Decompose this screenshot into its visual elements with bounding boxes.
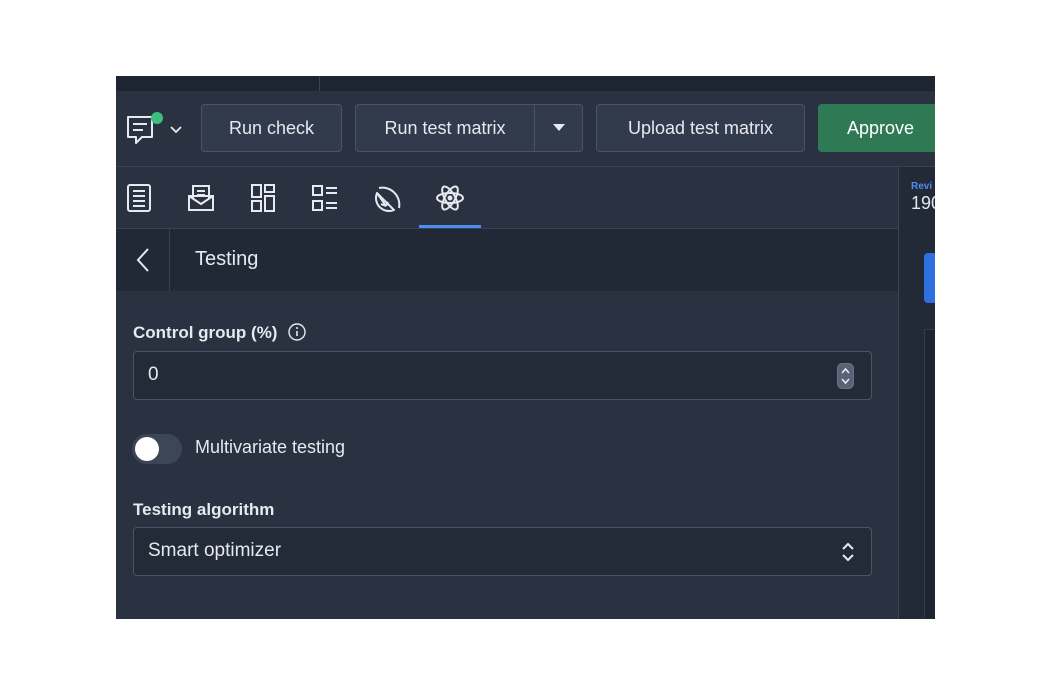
- top-strip: [116, 76, 935, 91]
- list-icon: [312, 184, 337, 211]
- right-pane-value: 190: [911, 193, 935, 213]
- multivariate-toggle[interactable]: [132, 434, 182, 464]
- control-group-label: Control group (%): [133, 323, 306, 343]
- testing-algorithm-value: Smart optimizer: [148, 540, 282, 561]
- right-pane-preview: [924, 329, 935, 619]
- divider: [319, 76, 320, 91]
- run-test-matrix-button[interactable]: Run test matrix: [355, 104, 535, 152]
- layout-icon: [251, 183, 275, 212]
- toolbar: Run check Run test matrix Upload test ma…: [116, 91, 935, 167]
- panel-header: Testing: [116, 229, 898, 291]
- app-window: Run check Run test matrix Upload test ma…: [116, 76, 935, 619]
- control-group-label-text: Control group (%): [133, 323, 278, 342]
- control-group-value: 0: [148, 364, 159, 385]
- mail-icon: [188, 184, 214, 211]
- document-icon: [127, 183, 151, 212]
- testing-algorithm-select[interactable]: Smart optimizer: [133, 527, 872, 576]
- stepper-icon[interactable]: [837, 363, 854, 389]
- panel-tabs: [116, 167, 898, 229]
- multivariate-label: Multivariate testing: [195, 437, 346, 457]
- control-group-input[interactable]: 0: [133, 351, 872, 400]
- tab-layout[interactable]: [232, 167, 294, 228]
- page-title: Testing: [195, 248, 259, 270]
- comments-menu-button[interactable]: [125, 110, 185, 146]
- status-dot: [151, 112, 163, 124]
- upload-test-matrix-button[interactable]: Upload test matrix: [596, 104, 805, 152]
- toggle-knob: [135, 437, 159, 461]
- chevron-left-icon: [136, 248, 149, 272]
- tab-list[interactable]: [294, 167, 356, 228]
- right-pane: Revi 190: [899, 167, 935, 619]
- approve-button[interactable]: Approve: [818, 104, 935, 152]
- caret-down-icon: [552, 124, 565, 131]
- citrus-icon: [375, 186, 401, 212]
- testing-algorithm-label: Testing algorithm: [133, 500, 275, 519]
- chevron-updown-icon: [842, 542, 854, 562]
- atom-icon: [436, 184, 464, 211]
- run-test-matrix-dropdown[interactable]: [534, 104, 583, 152]
- chat-icon: [127, 112, 163, 144]
- chevron-down-icon: [170, 126, 182, 134]
- run-check-button[interactable]: Run check: [201, 104, 342, 152]
- right-pane-label: Revi: [911, 181, 933, 192]
- tab-testing[interactable]: [419, 167, 481, 228]
- right-pane-button[interactable]: [924, 253, 935, 303]
- tab-optimization[interactable]: [356, 167, 418, 228]
- tab-document[interactable]: [116, 167, 170, 228]
- tab-email[interactable]: [170, 167, 232, 228]
- info-icon[interactable]: [288, 323, 306, 341]
- back-button[interactable]: [116, 229, 170, 291]
